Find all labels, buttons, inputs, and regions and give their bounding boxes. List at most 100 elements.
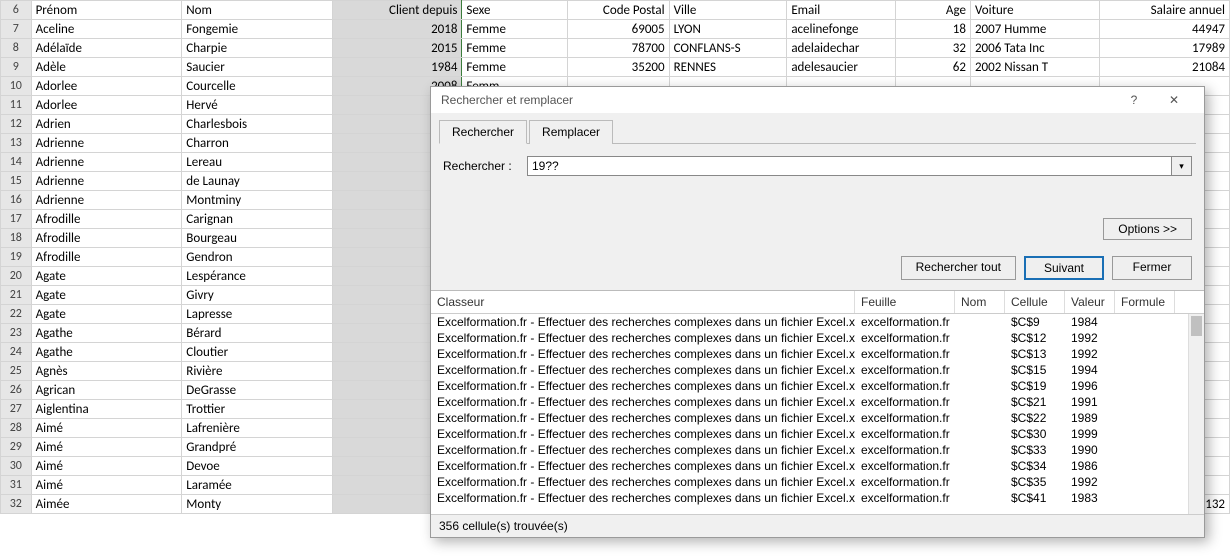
result-row[interactable]: Excelformation.fr - Effectuer des recher… (431, 314, 1204, 330)
row-header[interactable]: 22 (1, 305, 32, 324)
result-row[interactable]: Excelformation.fr - Effectuer des recher… (431, 410, 1204, 426)
cell-nom[interactable]: Monty (182, 495, 333, 514)
result-row[interactable]: Excelformation.fr - Effectuer des recher… (431, 458, 1204, 474)
row-header[interactable]: 17 (1, 210, 32, 229)
cell-age[interactable]: 18 (895, 20, 970, 39)
table-row[interactable]: 8AdélaïdeCharpie2015Femme78700CONFLANS-S… (1, 39, 1230, 58)
results-scrollbar[interactable] (1188, 314, 1204, 514)
result-row[interactable]: Excelformation.fr - Effectuer des recher… (431, 330, 1204, 346)
cell-prenom[interactable]: Agate (31, 305, 182, 324)
row-header[interactable]: 28 (1, 419, 32, 438)
cell-nom[interactable]: Fongemie (182, 20, 333, 39)
cell-nom[interactable]: Bérard (182, 324, 333, 343)
cell-prenom[interactable]: Aimé (31, 476, 182, 495)
cell-nom[interactable]: Grandpré (182, 438, 333, 457)
row-header[interactable]: 21 (1, 286, 32, 305)
cell-client[interactable]: 2018 (332, 20, 461, 39)
row-header[interactable]: 18 (1, 229, 32, 248)
col-age[interactable]: Age (895, 1, 970, 20)
row-header[interactable]: 25 (1, 362, 32, 381)
cell-nom[interactable]: Lereau (182, 153, 333, 172)
row-header[interactable]: 7 (1, 20, 32, 39)
cell-prenom[interactable]: Agathe (31, 343, 182, 362)
col-feuille[interactable]: Feuille (855, 291, 955, 313)
row-header[interactable]: 23 (1, 324, 32, 343)
cell-nom[interactable]: Trottier (182, 400, 333, 419)
cell-nom[interactable]: Hervé (182, 96, 333, 115)
cell-nom[interactable]: Lafrenière (182, 419, 333, 438)
row-header[interactable]: 26 (1, 381, 32, 400)
cell-prenom[interactable]: Adorlee (31, 77, 182, 96)
row-header[interactable]: 14 (1, 153, 32, 172)
cell-nom[interactable]: Rivière (182, 362, 333, 381)
col-client-depuis[interactable]: Client depuis (332, 1, 461, 20)
row-header[interactable]: 19 (1, 248, 32, 267)
cell-prenom[interactable]: Aimé (31, 438, 182, 457)
cell-sexe[interactable]: Femme (462, 39, 568, 58)
tab-search[interactable]: Rechercher (439, 120, 527, 144)
cell-email[interactable]: acelinefonge (787, 20, 895, 39)
help-button[interactable]: ? (1114, 93, 1154, 107)
cell-prenom[interactable]: Afrodille (31, 248, 182, 267)
row-header[interactable]: 31 (1, 476, 32, 495)
cell-prenom[interactable]: Adélaïde (31, 39, 182, 58)
cell-sexe[interactable]: Femme (462, 20, 568, 39)
search-input[interactable] (527, 156, 1172, 176)
cell-prenom[interactable]: Adrienne (31, 153, 182, 172)
cell-prenom[interactable]: Aimée (31, 495, 182, 514)
row-header[interactable]: 10 (1, 77, 32, 96)
cell-nom[interactable]: Bourgeau (182, 229, 333, 248)
row-header[interactable]: 20 (1, 267, 32, 286)
cell-client[interactable]: 2015 (332, 39, 461, 58)
result-row[interactable]: Excelformation.fr - Effectuer des recher… (431, 490, 1204, 506)
cell-prenom[interactable]: Agate (31, 286, 182, 305)
dialog-titlebar[interactable]: Rechercher et remplacer ? ✕ (431, 87, 1204, 113)
cell-voiture[interactable]: 2006 Tata Inc (970, 39, 1099, 58)
close-button[interactable]: Fermer (1112, 256, 1192, 280)
col-nom[interactable]: Nom (955, 291, 1005, 313)
cell-prenom[interactable]: Afrodille (31, 210, 182, 229)
result-row[interactable]: Excelformation.fr - Effectuer des recher… (431, 378, 1204, 394)
cell-nom[interactable]: Courcelle (182, 77, 333, 96)
next-button[interactable]: Suivant (1024, 256, 1104, 280)
result-row[interactable]: Excelformation.fr - Effectuer des recher… (431, 474, 1204, 490)
row-header[interactable]: 12 (1, 115, 32, 134)
cell-nom[interactable]: Cloutier (182, 343, 333, 362)
cell-nom[interactable]: Montminy (182, 191, 333, 210)
cell-nom[interactable]: Givry (182, 286, 333, 305)
cell-sexe[interactable]: Femme (462, 58, 568, 77)
cell-nom[interactable]: Charlesbois (182, 115, 333, 134)
cell-voiture[interactable]: 2007 Humme (970, 20, 1099, 39)
cell-salaire[interactable]: 44947 (1100, 20, 1230, 39)
cell-prenom[interactable]: Adrienne (31, 172, 182, 191)
cell-nom[interactable]: Lapresse (182, 305, 333, 324)
cell-nom[interactable]: DeGrasse (182, 381, 333, 400)
options-button[interactable]: Options >> (1103, 218, 1192, 240)
col-classeur[interactable]: Classeur (431, 291, 855, 313)
cell-prenom[interactable]: Agathe (31, 324, 182, 343)
row-header[interactable]: 13 (1, 134, 32, 153)
cell-prenom[interactable]: Agate (31, 267, 182, 286)
cell-nom[interactable]: Laramée (182, 476, 333, 495)
result-row[interactable]: Excelformation.fr - Effectuer des recher… (431, 442, 1204, 458)
cell-salaire[interactable]: 21084 (1100, 58, 1230, 77)
col-ville[interactable]: Ville (669, 1, 787, 20)
row-header[interactable]: 24 (1, 343, 32, 362)
close-icon[interactable]: ✕ (1154, 93, 1194, 107)
cell-prenom[interactable]: Adrienne (31, 191, 182, 210)
cell-ville[interactable]: RENNES (669, 58, 787, 77)
cell-nom[interactable]: Saucier (182, 58, 333, 77)
result-row[interactable]: Excelformation.fr - Effectuer des recher… (431, 426, 1204, 442)
result-row[interactable]: Excelformation.fr - Effectuer des recher… (431, 394, 1204, 410)
result-row[interactable]: Excelformation.fr - Effectuer des recher… (431, 362, 1204, 378)
cell-nom[interactable]: Charron (182, 134, 333, 153)
cell-prenom[interactable]: Adrien (31, 115, 182, 134)
col-valeur[interactable]: Valeur (1065, 291, 1115, 313)
cell-prenom[interactable]: Afrodille (31, 229, 182, 248)
col-sexe[interactable]: Sexe (462, 1, 568, 20)
cell-email[interactable]: adelaidechar (787, 39, 895, 58)
col-cp[interactable]: Code Postal (568, 1, 669, 20)
cell-salaire[interactable]: 17989 (1100, 39, 1230, 58)
cell-ville[interactable]: CONFLANS-S (669, 39, 787, 58)
cell-prenom[interactable]: Adrienne (31, 134, 182, 153)
